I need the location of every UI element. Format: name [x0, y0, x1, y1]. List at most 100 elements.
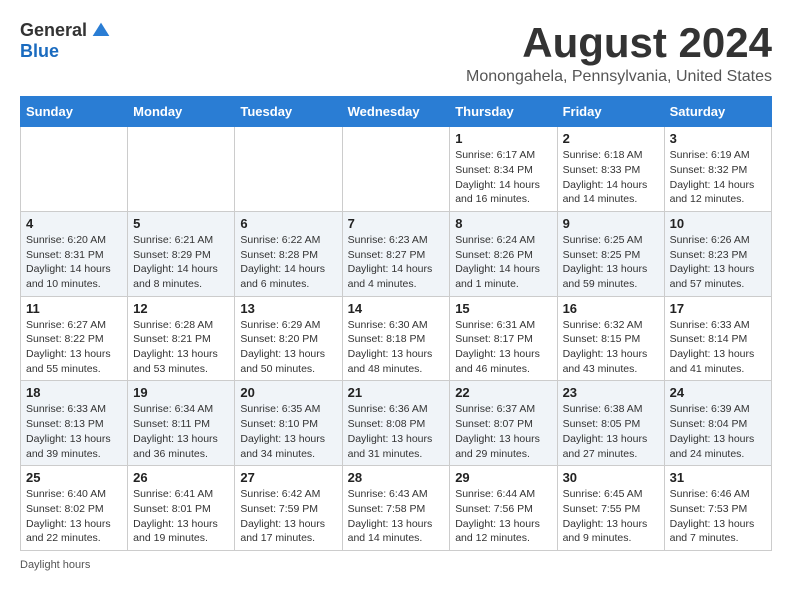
day-info: Sunrise: 6:45 AM Sunset: 7:55 PM Dayligh… [563, 487, 659, 546]
calendar-cell: 27Sunrise: 6:42 AM Sunset: 7:59 PM Dayli… [235, 466, 342, 551]
day-info: Sunrise: 6:46 AM Sunset: 7:53 PM Dayligh… [670, 487, 766, 546]
day-header-wednesday: Wednesday [342, 97, 450, 127]
calendar-cell: 11Sunrise: 6:27 AM Sunset: 8:22 PM Dayli… [21, 296, 128, 381]
day-info: Sunrise: 6:17 AM Sunset: 8:34 PM Dayligh… [455, 148, 551, 207]
day-info: Sunrise: 6:29 AM Sunset: 8:20 PM Dayligh… [240, 318, 336, 377]
logo: General Blue [20, 20, 111, 62]
day-number: 13 [240, 301, 336, 316]
day-info: Sunrise: 6:35 AM Sunset: 8:10 PM Dayligh… [240, 402, 336, 461]
calendar-cell: 15Sunrise: 6:31 AM Sunset: 8:17 PM Dayli… [450, 296, 557, 381]
calendar-cell: 8 Sunrise: 6:24 AM Sunset: 8:26 PM Daylig… [450, 211, 557, 296]
day-number: 9 [563, 216, 659, 231]
day-number: 21 [348, 385, 445, 400]
day-info: Sunrise: 6:40 AM Sunset: 8:02 PM Dayligh… [26, 487, 122, 546]
day-number: 8 [455, 216, 551, 231]
day-info: Sunrise: 6:31 AM Sunset: 8:17 PM Dayligh… [455, 318, 551, 377]
day-number: 23 [563, 385, 659, 400]
calendar-cell: 1 Sunrise: 6:17 AM Sunset: 8:34 PM Daylig… [450, 127, 557, 212]
day-info: Sunrise: 6:34 AM Sunset: 8:11 PM Dayligh… [133, 402, 229, 461]
calendar-cell: 17 Sunrise: 6:33 AM Sunset: 8:14 PM Dayli… [664, 296, 771, 381]
day-number: 6 [240, 216, 336, 231]
title-section: August 2024 Monongahela, Pennsylvania, U… [466, 20, 772, 86]
day-info: Sunrise: 6:33 AM Sunset: 8:13 PM Dayligh… [26, 402, 122, 461]
day-number: 10 [670, 216, 766, 231]
calendar-cell: 30Sunrise: 6:45 AM Sunset: 7:55 PM Dayli… [557, 466, 664, 551]
logo-general: General [20, 20, 87, 41]
day-header-monday: Monday [128, 97, 235, 127]
calendar-cell: 20Sunrise: 6:35 AM Sunset: 8:10 PM Dayli… [235, 381, 342, 466]
day-header-sunday: Sunday [21, 97, 128, 127]
calendar-cell: 10 Sunrise: 6:26 AM Sunset: 8:23 PM Dayli… [664, 211, 771, 296]
calendar-cell: 21Sunrise: 6:36 AM Sunset: 8:08 PM Dayli… [342, 381, 450, 466]
day-info: Sunrise: 6:20 AM Sunset: 8:31 PM Dayligh… [26, 233, 122, 292]
day-number: 3 [670, 131, 766, 146]
calendar-cell: 22 Sunrise: 6:37 AM Sunset: 8:07 PM Dayli… [450, 381, 557, 466]
day-header-friday: Friday [557, 97, 664, 127]
logo-blue: Blue [20, 41, 59, 62]
day-info: Sunrise: 6:30 AM Sunset: 8:18 PM Dayligh… [348, 318, 445, 377]
day-number: 1 [455, 131, 551, 146]
calendar-table: SundayMondayTuesdayWednesdayThursdayFrid… [20, 96, 772, 551]
day-header-tuesday: Tuesday [235, 97, 342, 127]
calendar-cell: 3Sunrise: 6:19 AM Sunset: 8:32 PM Daylig… [664, 127, 771, 212]
calendar-header-row: SundayMondayTuesdayWednesdayThursdayFrid… [21, 97, 772, 127]
month-title: August 2024 [466, 20, 772, 66]
day-number: 5 [133, 216, 229, 231]
day-number: 31 [670, 470, 766, 485]
footer-note: Daylight hours [20, 559, 772, 571]
day-info: Sunrise: 6:18 AM Sunset: 8:33 PM Dayligh… [563, 148, 659, 207]
day-info: Sunrise: 6:41 AM Sunset: 8:01 PM Dayligh… [133, 487, 229, 546]
day-number: 17 [670, 301, 766, 316]
day-number: 24 [670, 385, 766, 400]
day-info: Sunrise: 6:27 AM Sunset: 8:22 PM Dayligh… [26, 318, 122, 377]
week-row-3: 11Sunrise: 6:27 AM Sunset: 8:22 PM Dayli… [21, 296, 772, 381]
page-header: General Blue August 2024 Monongahela, Pe… [20, 20, 772, 86]
day-info: Sunrise: 6:26 AM Sunset: 8:23 PM Dayligh… [670, 233, 766, 292]
day-number: 25 [26, 470, 122, 485]
calendar-cell: 24 Sunrise: 6:39 AM Sunset: 8:04 PM Dayli… [664, 381, 771, 466]
day-info: Sunrise: 6:39 AM Sunset: 8:04 PM Dayligh… [670, 402, 766, 461]
calendar-cell: 19Sunrise: 6:34 AM Sunset: 8:11 PM Dayli… [128, 381, 235, 466]
calendar-cell: 18 Sunrise: 6:33 AM Sunset: 8:13 PM Dayli… [21, 381, 128, 466]
calendar-cell: 7Sunrise: 6:23 AM Sunset: 8:27 PM Daylig… [342, 211, 450, 296]
day-info: Sunrise: 6:38 AM Sunset: 8:05 PM Dayligh… [563, 402, 659, 461]
calendar-cell: 14Sunrise: 6:30 AM Sunset: 8:18 PM Dayli… [342, 296, 450, 381]
calendar-cell: 28 Sunrise: 6:43 AM Sunset: 7:58 PM Dayli… [342, 466, 450, 551]
calendar-cell [235, 127, 342, 212]
calendar-cell: 5 Sunrise: 6:21 AM Sunset: 8:29 PM Daylig… [128, 211, 235, 296]
day-info: Sunrise: 6:32 AM Sunset: 8:15 PM Dayligh… [563, 318, 659, 377]
day-number: 22 [455, 385, 551, 400]
day-header-saturday: Saturday [664, 97, 771, 127]
week-row-4: 18 Sunrise: 6:33 AM Sunset: 8:13 PM Dayli… [21, 381, 772, 466]
day-number: 28 [348, 470, 445, 485]
day-number: 18 [26, 385, 122, 400]
calendar-cell: 23 Sunrise: 6:38 AM Sunset: 8:05 PM Dayli… [557, 381, 664, 466]
day-info: Sunrise: 6:24 AM Sunset: 8:26 PM Dayligh… [455, 233, 551, 292]
day-number: 26 [133, 470, 229, 485]
day-info: Sunrise: 6:33 AM Sunset: 8:14 PM Dayligh… [670, 318, 766, 377]
week-row-5: 25 Sunrise: 6:40 AM Sunset: 8:02 PM Dayli… [21, 466, 772, 551]
day-info: Sunrise: 6:37 AM Sunset: 8:07 PM Dayligh… [455, 402, 551, 461]
week-row-2: 4 Sunrise: 6:20 AM Sunset: 8:31 PM Daylig… [21, 211, 772, 296]
calendar-cell: 9Sunrise: 6:25 AM Sunset: 8:25 PM Daylig… [557, 211, 664, 296]
calendar-cell: 26 Sunrise: 6:41 AM Sunset: 8:01 PM Dayli… [128, 466, 235, 551]
day-number: 12 [133, 301, 229, 316]
location-title: Monongahela, Pennsylvania, United States [466, 68, 772, 86]
logo-icon [91, 21, 111, 41]
day-info: Sunrise: 6:21 AM Sunset: 8:29 PM Dayligh… [133, 233, 229, 292]
day-number: 2 [563, 131, 659, 146]
calendar-cell: 16 Sunrise: 6:32 AM Sunset: 8:15 PM Dayli… [557, 296, 664, 381]
day-number: 29 [455, 470, 551, 485]
calendar-cell: 6Sunrise: 6:22 AM Sunset: 8:28 PM Daylig… [235, 211, 342, 296]
calendar-cell: 25 Sunrise: 6:40 AM Sunset: 8:02 PM Dayli… [21, 466, 128, 551]
calendar-cell: 2 Sunrise: 6:18 AM Sunset: 8:33 PM Daylig… [557, 127, 664, 212]
calendar-cell [21, 127, 128, 212]
day-info: Sunrise: 6:43 AM Sunset: 7:58 PM Dayligh… [348, 487, 445, 546]
day-info: Sunrise: 6:44 AM Sunset: 7:56 PM Dayligh… [455, 487, 551, 546]
day-number: 4 [26, 216, 122, 231]
day-info: Sunrise: 6:28 AM Sunset: 8:21 PM Dayligh… [133, 318, 229, 377]
calendar-cell: 31 Sunrise: 6:46 AM Sunset: 7:53 PM Dayli… [664, 466, 771, 551]
day-number: 7 [348, 216, 445, 231]
calendar-cell: 4 Sunrise: 6:20 AM Sunset: 8:31 PM Daylig… [21, 211, 128, 296]
day-number: 16 [563, 301, 659, 316]
